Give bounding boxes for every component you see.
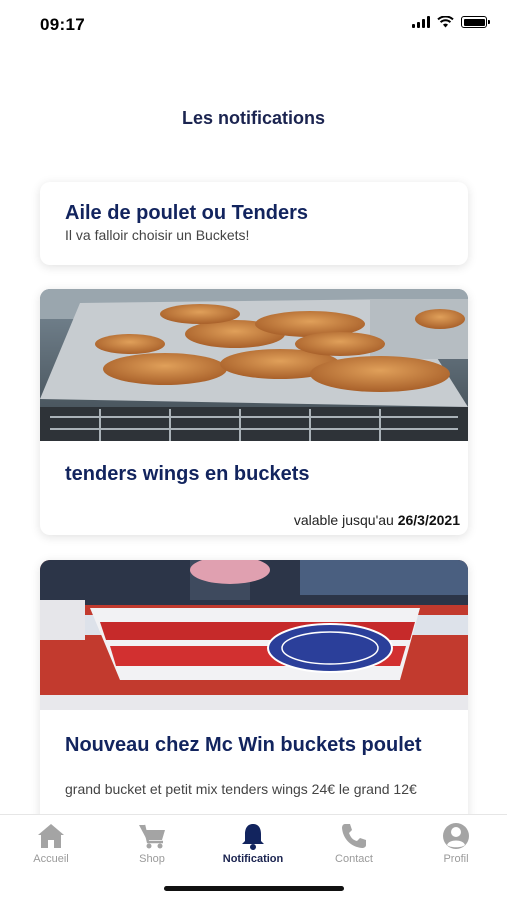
notification-title: Aile de poulet ou Tenders [65, 202, 308, 224]
validity-text: valable jusqu'au 26/3/2021 [294, 512, 460, 528]
wifi-icon [437, 16, 454, 28]
notification-card[interactable]: Aile de poulet ou Tenders Il va falloir … [40, 182, 468, 265]
notification-description: grand bucket et petit mix tenders wings … [65, 781, 417, 797]
page-title: Les notifications [181, 108, 325, 128]
bell-icon [242, 824, 264, 850]
status-icons [412, 16, 490, 28]
tab-label: Accueil [33, 853, 69, 865]
status-time: 09:17 [40, 15, 85, 34]
cart-icon [139, 824, 165, 849]
tab-shop[interactable]: Shop [102, 821, 202, 865]
tab-accueil[interactable]: Accueil [1, 821, 101, 865]
tab-label: Contact [335, 853, 373, 865]
phone-icon [342, 824, 366, 848]
tab-label: Profil [443, 853, 469, 865]
notification-image [40, 560, 468, 710]
tab-label: Shop [139, 853, 165, 865]
validity-date: 26/3/2021 [397, 512, 460, 528]
user-icon [443, 823, 469, 849]
notification-description: Il va falloir choisir un Buckets! [65, 227, 250, 243]
validity-prefix: valable jusqu'au [293, 512, 394, 528]
tab-profil[interactable]: Profil [406, 821, 506, 865]
notification-title: Nouveau chez Mc Win buckets poulet [65, 734, 422, 756]
tab-label: Notification [222, 853, 284, 865]
home-indicator [164, 886, 344, 891]
tab-contact[interactable]: Contact [304, 821, 404, 865]
notification-card[interactable]: tenders wings en buckets valable jusqu'a… [40, 289, 468, 535]
signal-icon [412, 16, 430, 28]
tab-notification[interactable]: Notification [203, 821, 303, 865]
battery-icon [461, 16, 490, 28]
home-icon [38, 824, 64, 848]
notification-title: tenders wings en buckets [65, 463, 310, 485]
notification-card[interactable]: Nouveau chez Mc Win buckets poulet grand… [40, 560, 468, 830]
notification-image [40, 289, 468, 441]
status-bar: 09:17 [0, 0, 507, 48]
